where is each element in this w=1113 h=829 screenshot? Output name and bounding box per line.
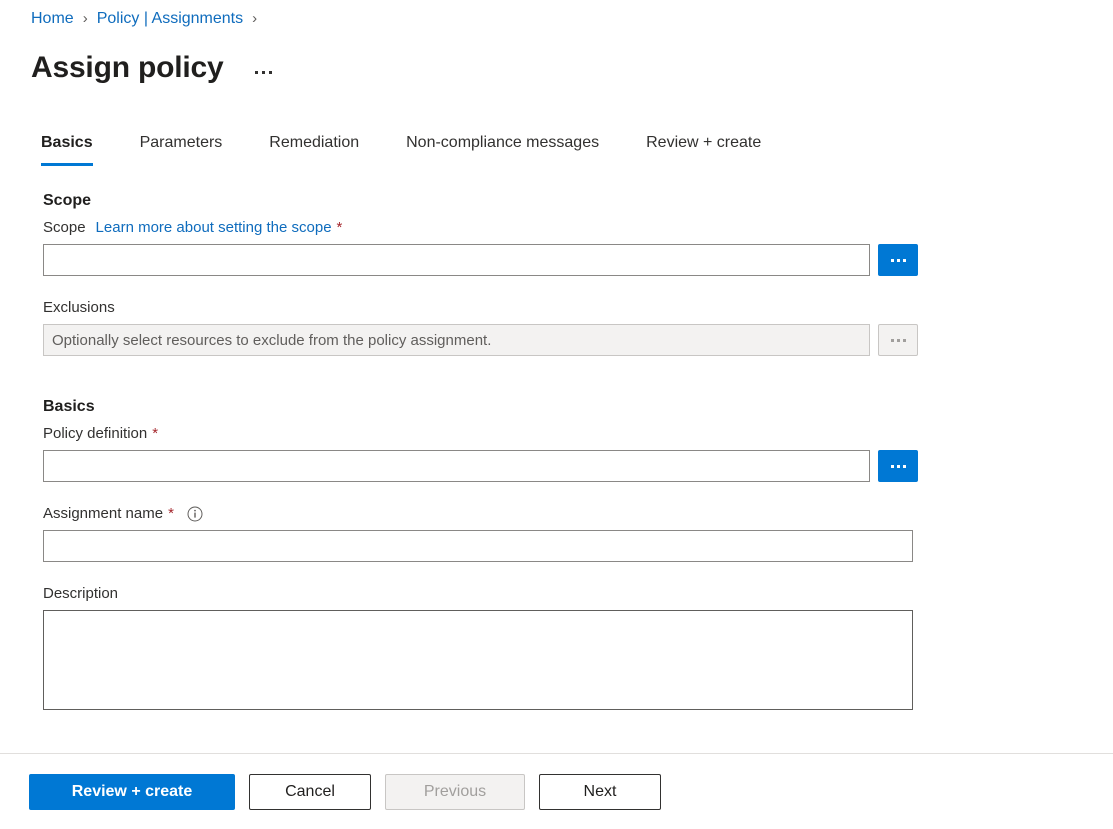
tab-bar: Basics Parameters Remediation Non-compli… bbox=[41, 128, 761, 166]
scope-picker-button[interactable] bbox=[878, 244, 918, 276]
scope-required-indicator: * bbox=[337, 218, 343, 238]
assignment-name-required-indicator: * bbox=[168, 504, 174, 524]
scope-field-label: Scope Learn more about setting the scope… bbox=[43, 218, 1083, 238]
policy-definition-required-indicator: * bbox=[152, 424, 158, 444]
page-title: Assign policy bbox=[31, 48, 223, 88]
previous-button[interactable]: Previous bbox=[385, 774, 525, 810]
dot-3 bbox=[903, 465, 906, 468]
spacer-scope-exclusions bbox=[43, 276, 1083, 298]
assignment-name-label-text: Assignment name bbox=[43, 504, 163, 524]
scope-input[interactable] bbox=[43, 244, 870, 276]
dot-2 bbox=[897, 465, 900, 468]
dot-2 bbox=[897, 259, 900, 262]
cancel-button[interactable]: Cancel bbox=[249, 774, 371, 810]
assignment-name-input[interactable] bbox=[43, 530, 913, 562]
wizard-footer: Review + create Cancel Previous Next bbox=[0, 754, 1113, 829]
review-create-button[interactable]: Review + create bbox=[29, 774, 235, 810]
policy-definition-input-row bbox=[43, 450, 1083, 482]
spacer-scope-basics bbox=[43, 356, 1083, 396]
exclusions-field-label: Exclusions bbox=[43, 298, 1083, 318]
more-actions-icon[interactable] bbox=[253, 67, 274, 78]
assignment-name-field-label: Assignment name * bbox=[43, 504, 1083, 524]
chevron-right-icon: › bbox=[83, 8, 88, 30]
policy-definition-label-text: Policy definition bbox=[43, 424, 147, 444]
policy-definition-picker-button[interactable] bbox=[878, 450, 918, 482]
exclusions-picker-button[interactable] bbox=[878, 324, 918, 356]
breadcrumb-item-policy-assignments[interactable]: Policy | Assignments bbox=[97, 8, 243, 30]
description-field-label: Description bbox=[43, 584, 1083, 604]
scope-section-heading: Scope bbox=[43, 190, 1083, 212]
policy-definition-field-label: Policy definition * bbox=[43, 424, 1083, 444]
exclusions-input[interactable] bbox=[43, 324, 870, 356]
basics-section-heading: Basics bbox=[43, 396, 1083, 418]
dot-1 bbox=[891, 259, 894, 262]
dot-3 bbox=[903, 339, 906, 342]
tab-remediation[interactable]: Remediation bbox=[269, 128, 359, 166]
title-row: Assign policy bbox=[31, 48, 274, 88]
dot-2 bbox=[897, 339, 900, 342]
exclusions-input-row bbox=[43, 324, 1083, 356]
spacer-policy-assignment-name bbox=[43, 482, 1083, 504]
scope-label-text: Scope bbox=[43, 218, 86, 238]
info-icon[interactable] bbox=[187, 506, 203, 522]
tab-parameters[interactable]: Parameters bbox=[140, 128, 223, 166]
tab-review-create[interactable]: Review + create bbox=[646, 128, 761, 166]
description-textarea[interactable] bbox=[43, 610, 913, 710]
ellipsis-dot-3 bbox=[269, 71, 272, 74]
dot-1 bbox=[891, 339, 894, 342]
spacer-assignment-description bbox=[43, 562, 1083, 584]
exclusions-label-text: Exclusions bbox=[43, 298, 115, 318]
tab-basics[interactable]: Basics bbox=[41, 128, 93, 166]
description-label-text: Description bbox=[43, 584, 118, 604]
dot-3 bbox=[903, 259, 906, 262]
next-button[interactable]: Next bbox=[539, 774, 661, 810]
tab-non-compliance-messages[interactable]: Non-compliance messages bbox=[406, 128, 599, 166]
chevron-right-icon-2: › bbox=[252, 8, 257, 30]
policy-definition-input[interactable] bbox=[43, 450, 870, 482]
scope-learn-more-link[interactable]: Learn more about setting the scope bbox=[96, 218, 332, 238]
assign-policy-page: Home › Policy | Assignments › Assign pol… bbox=[0, 0, 1113, 829]
ellipsis-dot-1 bbox=[255, 71, 258, 74]
dot-1 bbox=[891, 465, 894, 468]
scope-input-row bbox=[43, 244, 1083, 276]
basics-form: Scope Scope Learn more about setting the… bbox=[43, 190, 1083, 715]
breadcrumb-item-home[interactable]: Home bbox=[31, 8, 74, 30]
breadcrumb: Home › Policy | Assignments › bbox=[31, 8, 266, 30]
assignment-name-input-row bbox=[43, 530, 1083, 562]
ellipsis-dot-2 bbox=[262, 71, 265, 74]
